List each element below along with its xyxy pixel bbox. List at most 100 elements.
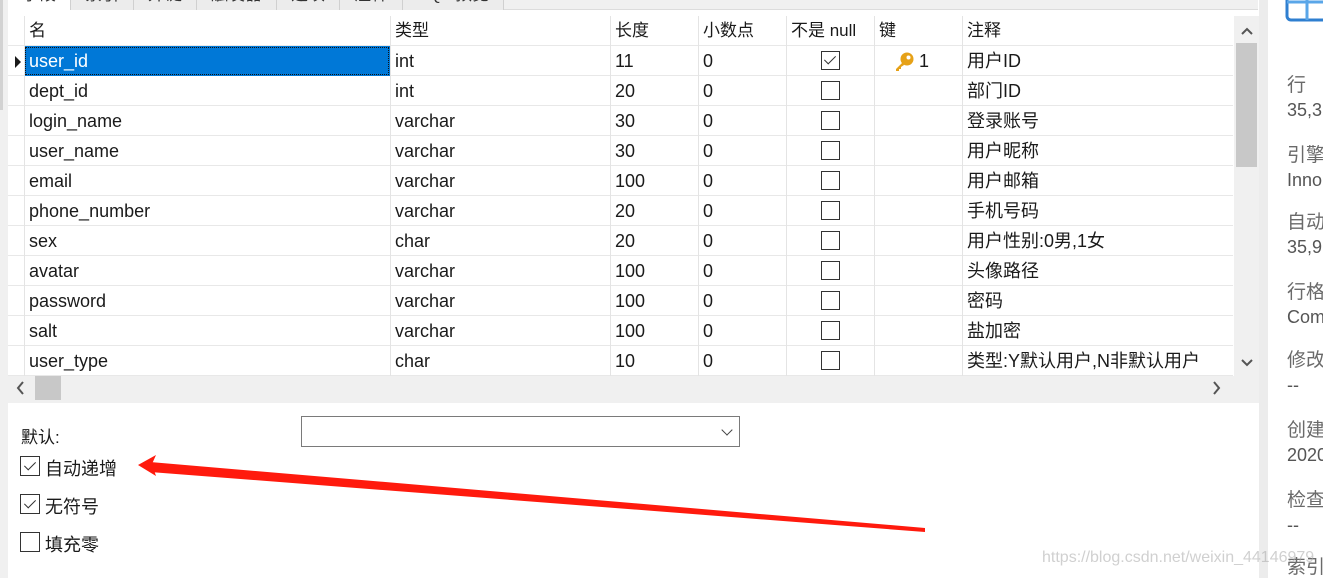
field-row[interactable]: phone_number varchar 20 0 手机号码 — [8, 196, 1233, 226]
cell-key[interactable] — [874, 226, 962, 256]
cell-comment[interactable]: 头像路径 — [962, 256, 1233, 286]
cell-length[interactable]: 11 — [610, 46, 698, 76]
left-frame-scroll-thumb[interactable] — [0, 0, 3, 110]
tab-4[interactable]: 选项 — [277, 0, 340, 10]
tab-1[interactable]: 索引 — [71, 0, 134, 10]
cell-length[interactable]: 20 — [610, 196, 698, 226]
tab-2[interactable]: 外键 — [134, 0, 197, 10]
cell-type[interactable]: char — [390, 346, 610, 376]
cell-length[interactable]: 20 — [610, 226, 698, 256]
column-header-6[interactable]: 注释 — [962, 16, 1233, 46]
cell-length[interactable]: 30 — [610, 106, 698, 136]
cell-decimals[interactable]: 0 — [698, 196, 786, 226]
cell-comment[interactable]: 用户ID — [962, 46, 1233, 76]
column-header-1[interactable]: 类型 — [390, 16, 610, 46]
cell-comment[interactable]: 类型:Y默认用户,N非默认用户 — [962, 346, 1233, 376]
cell-decimals[interactable]: 0 — [698, 76, 786, 106]
cell-comment[interactable]: 密码 — [962, 286, 1233, 316]
cell-name[interactable]: salt — [24, 316, 390, 346]
scroll-down-icon[interactable] — [1234, 354, 1259, 370]
scroll-up-icon[interactable] — [1234, 22, 1259, 38]
field-row[interactable]: salt varchar 100 0 盐加密 — [8, 316, 1233, 346]
field-row[interactable]: user_name varchar 30 0 用户昵称 — [8, 136, 1233, 166]
cell-name[interactable]: password — [24, 286, 390, 316]
cell-comment[interactable]: 用户邮箱 — [962, 166, 1233, 196]
cell-key[interactable] — [874, 136, 962, 166]
cell-decimals[interactable]: 0 — [698, 226, 786, 256]
cell-type[interactable]: int — [390, 46, 610, 76]
cell-type[interactable]: char — [390, 226, 610, 256]
cell-key[interactable] — [874, 286, 962, 316]
cell-decimals[interactable]: 0 — [698, 316, 786, 346]
cell-comment[interactable]: 手机号码 — [962, 196, 1233, 226]
tab-6[interactable]: SQL 预览 — [403, 0, 505, 10]
field-row[interactable]: login_name varchar 30 0 登录账号 — [8, 106, 1233, 136]
auto-increment-box[interactable] — [20, 456, 40, 476]
not-null-checkbox[interactable] — [821, 51, 840, 70]
cell-length[interactable]: 10 — [610, 346, 698, 376]
cell-decimals[interactable]: 0 — [698, 136, 786, 166]
cell-length[interactable]: 100 — [610, 166, 698, 196]
horizontal-scroll-thumb[interactable] — [35, 376, 61, 400]
default-value-select[interactable] — [301, 416, 740, 447]
column-header-2[interactable]: 长度 — [610, 16, 698, 46]
cell-name[interactable]: email — [24, 166, 390, 196]
cell-decimals[interactable]: 0 — [698, 346, 786, 376]
not-null-checkbox[interactable] — [821, 111, 840, 130]
cell-key[interactable]: 1 — [874, 46, 962, 76]
cell-name[interactable]: phone_number — [24, 196, 390, 226]
tab-5[interactable]: 注释 — [340, 0, 403, 10]
scroll-right-icon[interactable] — [1213, 378, 1221, 400]
cell-name[interactable]: dept_id — [24, 76, 390, 106]
tab-3[interactable]: 触发器 — [197, 0, 277, 10]
vertical-scrollbar[interactable] — [1234, 16, 1259, 376]
cell-length[interactable]: 100 — [610, 316, 698, 346]
cell-decimals[interactable]: 0 — [698, 256, 786, 286]
cell-type[interactable]: int — [390, 76, 610, 106]
cell-comment[interactable]: 用户昵称 — [962, 136, 1233, 166]
column-header-5[interactable]: 键 — [874, 16, 962, 46]
cell-name[interactable]: user_id — [24, 46, 390, 76]
field-row[interactable]: email varchar 100 0 用户邮箱 — [8, 166, 1233, 196]
cell-type[interactable]: varchar — [390, 166, 610, 196]
not-null-checkbox[interactable] — [821, 351, 840, 370]
field-row[interactable]: dept_id int 20 0 部门ID — [8, 76, 1233, 106]
cell-key[interactable] — [874, 106, 962, 136]
not-null-checkbox[interactable] — [821, 81, 840, 100]
cell-decimals[interactable]: 0 — [698, 166, 786, 196]
cell-name[interactable]: sex — [24, 226, 390, 256]
cell-decimals[interactable]: 0 — [698, 46, 786, 76]
cell-key[interactable] — [874, 76, 962, 106]
not-null-checkbox[interactable] — [821, 141, 840, 160]
cell-key[interactable] — [874, 346, 962, 376]
field-row[interactable]: password varchar 100 0 密码 — [8, 286, 1233, 316]
not-null-checkbox[interactable] — [821, 231, 840, 250]
cell-comment[interactable]: 盐加密 — [962, 316, 1233, 346]
cell-type[interactable]: varchar — [390, 196, 610, 226]
cell-name[interactable]: avatar — [24, 256, 390, 286]
scroll-left-icon[interactable] — [16, 378, 24, 400]
cell-length[interactable]: 20 — [610, 76, 698, 106]
not-null-checkbox[interactable] — [821, 261, 840, 280]
cell-name[interactable]: user_name — [24, 136, 390, 166]
not-null-checkbox[interactable] — [821, 171, 840, 190]
cell-type[interactable]: varchar — [390, 256, 610, 286]
not-null-checkbox[interactable] — [821, 291, 840, 310]
cell-type[interactable]: varchar — [390, 136, 610, 166]
not-null-checkbox[interactable] — [821, 321, 840, 340]
cell-comment[interactable]: 用户性别:0男,1女 — [962, 226, 1233, 256]
field-row[interactable]: user_type char 10 0 类型:Y默认用户,N非默认用户 — [8, 346, 1233, 376]
zerofill-box[interactable] — [20, 532, 40, 552]
not-null-checkbox[interactable] — [821, 201, 840, 220]
cell-key[interactable] — [874, 256, 962, 286]
unsigned-box[interactable] — [20, 494, 40, 514]
cell-type[interactable]: varchar — [390, 316, 610, 346]
cell-type[interactable]: varchar — [390, 106, 610, 136]
vertical-scroll-thumb[interactable] — [1236, 43, 1257, 167]
column-header-3[interactable]: 小数点 — [698, 16, 786, 46]
cell-length[interactable]: 100 — [610, 286, 698, 316]
cell-name[interactable]: login_name — [24, 106, 390, 136]
cell-type[interactable]: varchar — [390, 286, 610, 316]
field-row[interactable]: sex char 20 0 用户性别:0男,1女 — [8, 226, 1233, 256]
column-header-0[interactable]: 名 — [24, 16, 390, 46]
